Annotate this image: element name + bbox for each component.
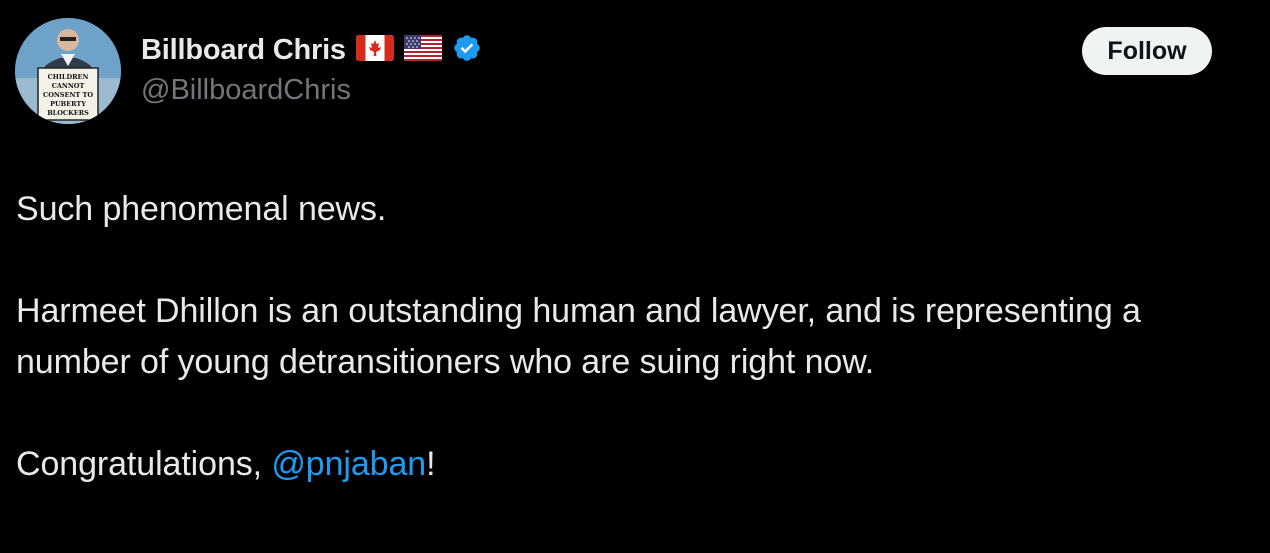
avatar-sign-line: CONSENT TO [43,91,93,99]
display-name[interactable]: Billboard Chris [141,34,346,67]
author-name-row: Billboard Chris [141,30,482,70]
avatar-sign-line: CANNOT [52,82,85,90]
avatar-sign-line: CHILDREN [48,73,89,81]
avatar-sign-line: PUBERTY [50,100,86,108]
mention-link[interactable]: @pnjaban [271,445,426,483]
tweet-text: Such phenomenal news. Harmeet Dhillon is… [16,184,1226,490]
tweet-text-segment: Congratulations, [16,445,272,483]
tweet-paragraph: Such phenomenal news. [16,190,387,228]
avatar[interactable]: CHILDREN CANNOT CONSENT TO PUBERTY BLOCK… [15,18,121,124]
tweet-text-segment: ! [426,445,436,483]
avatar-image: CHILDREN CANNOT CONSENT TO PUBERTY BLOCK… [15,18,121,124]
verified-badge-icon[interactable] [452,33,482,68]
usa-flag-icon [403,34,442,66]
canada-flag-icon [355,34,394,66]
avatar-sign-line: BLOCKERS [47,109,89,117]
author-handle[interactable]: @BillboardChris [141,74,351,107]
tweet-paragraph: Congratulations, @pnjaban! [16,439,1226,490]
tweet-card: CHILDREN CANNOT CONSENT TO PUBERTY BLOCK… [0,0,1270,553]
follow-button[interactable]: Follow [1082,27,1212,75]
tweet-paragraph: Harmeet Dhillon is an outstanding human … [16,292,1141,381]
